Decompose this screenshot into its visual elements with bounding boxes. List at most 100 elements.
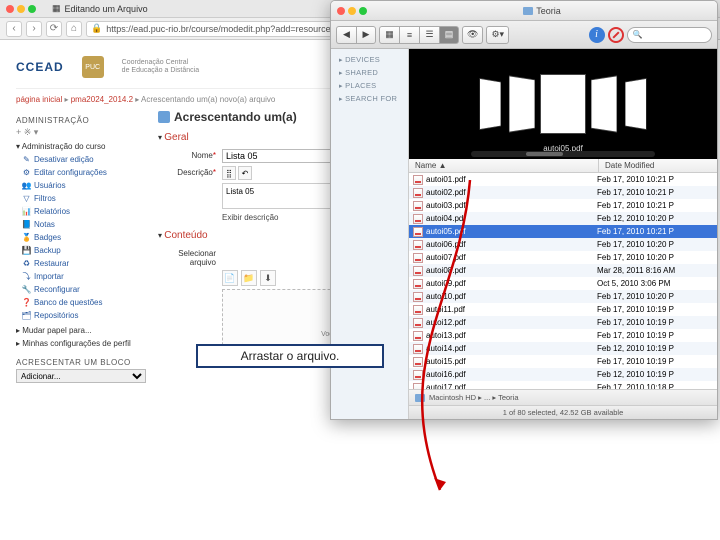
file-row[interactable]: autoi09.pdfOct 5, 2010 3:06 PM: [409, 277, 717, 290]
file-row[interactable]: autoi12.pdfFeb 17, 2010 10:19 P: [409, 316, 717, 329]
file-row[interactable]: autoi11.pdfFeb 17, 2010 10:19 P: [409, 303, 717, 316]
toolbar-undo-icon[interactable]: ↶: [238, 166, 252, 180]
stop-icon[interactable]: [608, 27, 624, 43]
sidebar-item[interactable]: 👥Usuários: [22, 179, 146, 192]
finder-minimize-icon[interactable]: [348, 7, 356, 15]
folder-icon: [523, 7, 533, 15]
logo-puc: PUC: [82, 56, 104, 78]
cover-item[interactable]: [480, 78, 501, 130]
view-icons-button[interactable]: ▦: [379, 26, 399, 44]
folder-icon: [415, 394, 425, 402]
sort-asc-icon: ▲: [439, 161, 447, 170]
file-list[interactable]: autoi01.pdfFeb 17, 2010 10:21 Pautoi02.p…: [409, 173, 717, 389]
reload-button[interactable]: ⟳: [46, 21, 62, 37]
cover-item[interactable]: [591, 75, 617, 132]
add-folder-icon[interactable]: 📁: [241, 270, 257, 286]
zoom-icon[interactable]: [28, 5, 36, 13]
browser-tab[interactable]: ▦ Editando um Arquivo: [42, 3, 148, 14]
sidebar-item[interactable]: 💾Backup: [22, 244, 146, 257]
sidebar-searchfor[interactable]: SEARCH FOR: [331, 92, 408, 105]
quicklook-button[interactable]: 👁: [462, 26, 483, 44]
admin-section[interactable]: ▾ Administração do curso: [16, 142, 146, 151]
file-row[interactable]: autoi01.pdfFeb 17, 2010 10:21 P: [409, 173, 717, 186]
action-menu-button[interactable]: ⚙▾: [486, 26, 509, 44]
filelist-header[interactable]: Name ▲ Date Modified: [409, 159, 717, 173]
info-icon[interactable]: i: [589, 27, 605, 43]
file-row[interactable]: autoi17.pdfFeb 17, 2010 10:18 P: [409, 381, 717, 389]
file-row[interactable]: autoi04.pdfFeb 12, 2010 10:20 P: [409, 212, 717, 225]
finder-pathbar[interactable]: Macintosh HD ▸ ... ▸ Teoria: [409, 389, 717, 405]
sidebar-item[interactable]: ✎Desativar edição: [22, 153, 146, 166]
finder-search-input[interactable]: [627, 27, 712, 43]
forward-button[interactable]: ›: [26, 21, 42, 37]
coverflow-area[interactable]: autoi05.pdf: [409, 49, 717, 159]
download-icon[interactable]: ⬇: [260, 270, 276, 286]
sidebar-item[interactable]: 📊Relatórios: [22, 205, 146, 218]
coverflow-scrollbar[interactable]: [471, 151, 656, 157]
back-button[interactable]: ‹: [6, 21, 22, 37]
finder-forward-button[interactable]: ▶: [356, 26, 376, 44]
finder-titlebar[interactable]: Teoria: [331, 1, 717, 21]
view-coverflow-button[interactable]: ▤: [439, 26, 459, 44]
file-row[interactable]: autoi13.pdfFeb 17, 2010 10:19 P: [409, 329, 717, 342]
file-row[interactable]: autoi03.pdfFeb 17, 2010 10:21 P: [409, 199, 717, 212]
tree-icon: ✎: [22, 155, 31, 164]
tab-title: Editando um Arquivo: [65, 4, 148, 14]
sidebar-devices[interactable]: DEVICES: [331, 53, 408, 66]
addblock-select[interactable]: Adicionar...: [16, 369, 146, 383]
cover-item[interactable]: [625, 78, 646, 130]
file-row[interactable]: autoi16.pdfFeb 12, 2010 10:19 P: [409, 368, 717, 381]
file-row[interactable]: autoi14.pdfFeb 12, 2010 10:19 P: [409, 342, 717, 355]
sidebar-item[interactable]: ♻Restaurar: [22, 257, 146, 270]
sidebar-item[interactable]: 🔧Reconfigurar: [22, 283, 146, 296]
finder-zoom-icon[interactable]: [359, 7, 367, 15]
toolbar-expand-icon[interactable]: ⣿: [222, 166, 236, 180]
column-name[interactable]: Name ▲: [409, 159, 599, 172]
sidebar-item[interactable]: 🗂Repositórios: [22, 309, 146, 322]
file-row[interactable]: autoi05.pdfFeb 17, 2010 10:21 P: [409, 225, 717, 238]
minimize-icon[interactable]: [17, 5, 25, 13]
sidebar-item[interactable]: ▽Filtros: [22, 192, 146, 205]
cover-item[interactable]: [509, 75, 535, 132]
column-date[interactable]: Date Modified: [599, 159, 717, 172]
file-row[interactable]: autoi02.pdfFeb 17, 2010 10:21 P: [409, 186, 717, 199]
sidebar-item[interactable]: ⚙Editar configurações: [22, 166, 146, 179]
pdf-icon: [413, 305, 423, 315]
file-row[interactable]: autoi07.pdfFeb 17, 2010 10:20 P: [409, 251, 717, 264]
file-row[interactable]: autoi08.pdfMar 28, 2011 8:16 AM: [409, 264, 717, 277]
pdf-icon: [413, 227, 423, 237]
pdf-icon: [413, 253, 423, 263]
cover-item-selected[interactable]: [540, 74, 586, 134]
close-icon[interactable]: [6, 5, 14, 13]
sidebar-item[interactable]: ❓Banco de questões: [22, 296, 146, 309]
finder-back-button[interactable]: ◀: [336, 26, 356, 44]
file-row[interactable]: autoi15.pdfFeb 17, 2010 10:19 P: [409, 355, 717, 368]
profile-config[interactable]: ▸ Minhas configurações de perfil: [16, 339, 146, 348]
traffic-lights[interactable]: [6, 5, 36, 13]
pdf-icon: [413, 383, 423, 390]
sidebar-item[interactable]: 📘Notas: [22, 218, 146, 231]
switch-role[interactable]: ▸ Mudar papel para...: [16, 326, 146, 335]
block-tools[interactable]: + ※ ▾: [16, 127, 146, 138]
tree-icon: ❓: [22, 298, 31, 307]
home-button[interactable]: ⌂: [66, 21, 82, 37]
pdf-icon: [413, 318, 423, 328]
view-columns-button[interactable]: ☰: [419, 26, 439, 44]
header-subtitle: Coordenação Central de Educação a Distân…: [122, 59, 199, 74]
file-row[interactable]: autoi10.pdfFeb 17, 2010 10:20 P: [409, 290, 717, 303]
add-file-icon[interactable]: 📄: [222, 270, 238, 286]
sidebar-item[interactable]: ⤵Importar: [22, 270, 146, 283]
sidebar-item[interactable]: 🏅Badges: [22, 231, 146, 244]
admin-block-title: ADMINISTRAÇÃO: [16, 116, 146, 125]
tree-icon: 👥: [22, 181, 31, 190]
sidebar-shared[interactable]: SHARED: [331, 66, 408, 79]
view-list-button[interactable]: ≡: [399, 26, 419, 44]
finder-close-icon[interactable]: [337, 7, 345, 15]
crumb-course[interactable]: pma2024_2014.2: [71, 95, 133, 104]
pdf-icon: [413, 344, 423, 354]
sidebar-places[interactable]: PLACES: [331, 79, 408, 92]
pdf-icon: [413, 240, 423, 250]
finder-window[interactable]: Teoria ◀ ▶ ▦ ≡ ☰ ▤ 👁 ⚙▾ i DEVICES SHARED…: [330, 0, 718, 420]
file-row[interactable]: autoi06.pdfFeb 17, 2010 10:20 P: [409, 238, 717, 251]
crumb-home[interactable]: página inicial: [16, 95, 62, 104]
